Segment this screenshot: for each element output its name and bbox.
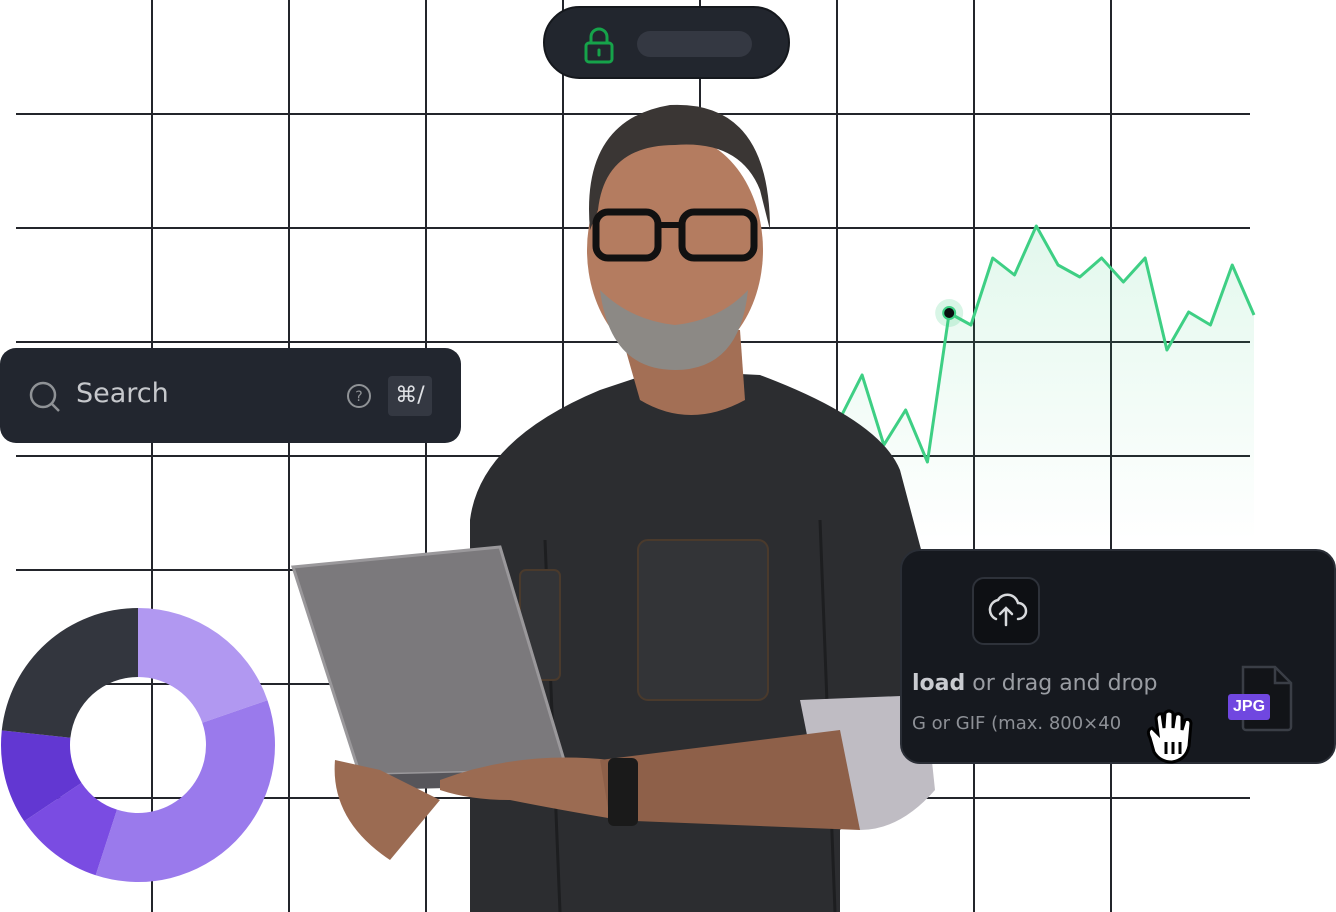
- search-bar[interactable]: Search ? ⌘/: [0, 348, 461, 443]
- drag-drop-text: or drag and drop: [965, 671, 1158, 696]
- upload-button[interactable]: [972, 577, 1040, 645]
- svg-text:?: ?: [355, 389, 362, 405]
- cloud-upload-icon: [988, 593, 1028, 627]
- search-placeholder: Search: [76, 378, 169, 409]
- file-upload-card[interactable]: load or drag and drop G or GIF (max. 800…: [900, 549, 1336, 764]
- man-holding-laptop-photo: [291, 104, 945, 912]
- upload-link[interactable]: load: [912, 671, 965, 696]
- upload-instruction: load or drag and drop: [912, 671, 1158, 696]
- upload-hint-text: G or GIF (max. 800×40: [912, 713, 1122, 734]
- file-type-badge: JPG: [1228, 694, 1271, 720]
- help-circle-icon[interactable]: ?: [346, 383, 372, 409]
- grab-hand-icon: [1146, 709, 1193, 764]
- upload-hint: G or GIF (max. 800×40): [912, 713, 1168, 734]
- keyboard-shortcut-badge: ⌘/: [388, 376, 432, 416]
- search-icon: [29, 381, 60, 412]
